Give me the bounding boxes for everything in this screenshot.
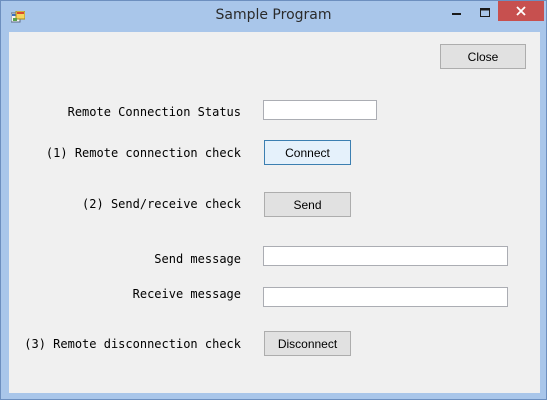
minimize-icon [452,12,461,15]
remote-connection-check-label: (1) Remote connection check [45,146,241,160]
send-check-label-wrap: (2) Send/receive check [9,197,241,213]
close-icon [516,6,526,16]
status-label-wrap: Remote Connection Status [9,105,241,121]
remote-disconnection-check-label: (3) Remote disconnection check [24,337,241,351]
connect-button[interactable]: Connect [264,140,351,165]
connect-check-label-wrap: (1) Remote connection check [9,146,241,162]
title-bar[interactable]: Sample Program [1,1,546,31]
form-client-area: Close Remote Connection Status (1) Remot… [9,32,540,393]
remote-connection-status-field[interactable] [263,100,377,120]
send-button[interactable]: Send [264,192,351,217]
send-receive-check-label: (2) Send/receive check [82,197,241,211]
maximize-button[interactable] [471,2,499,23]
minimize-button[interactable] [443,2,471,23]
send-message-field[interactable] [263,246,508,266]
send-message-label: Send message [154,252,241,266]
receive-message-label: Receive message [132,287,241,301]
receive-message-field[interactable] [263,287,508,307]
maximize-icon [479,7,490,17]
receive-message-label-wrap: Receive message [9,287,241,303]
remote-connection-status-label: Remote Connection Status [67,105,241,119]
send-message-label-wrap: Send message [9,252,241,268]
disconnect-button[interactable]: Disconnect [264,331,351,356]
close-button[interactable]: Close [440,44,526,69]
app-window: Sample Program Close Remote Connection S… [0,0,547,400]
window-close-button[interactable] [498,1,544,21]
disconnect-check-label-wrap: (3) Remote disconnection check [9,337,241,353]
